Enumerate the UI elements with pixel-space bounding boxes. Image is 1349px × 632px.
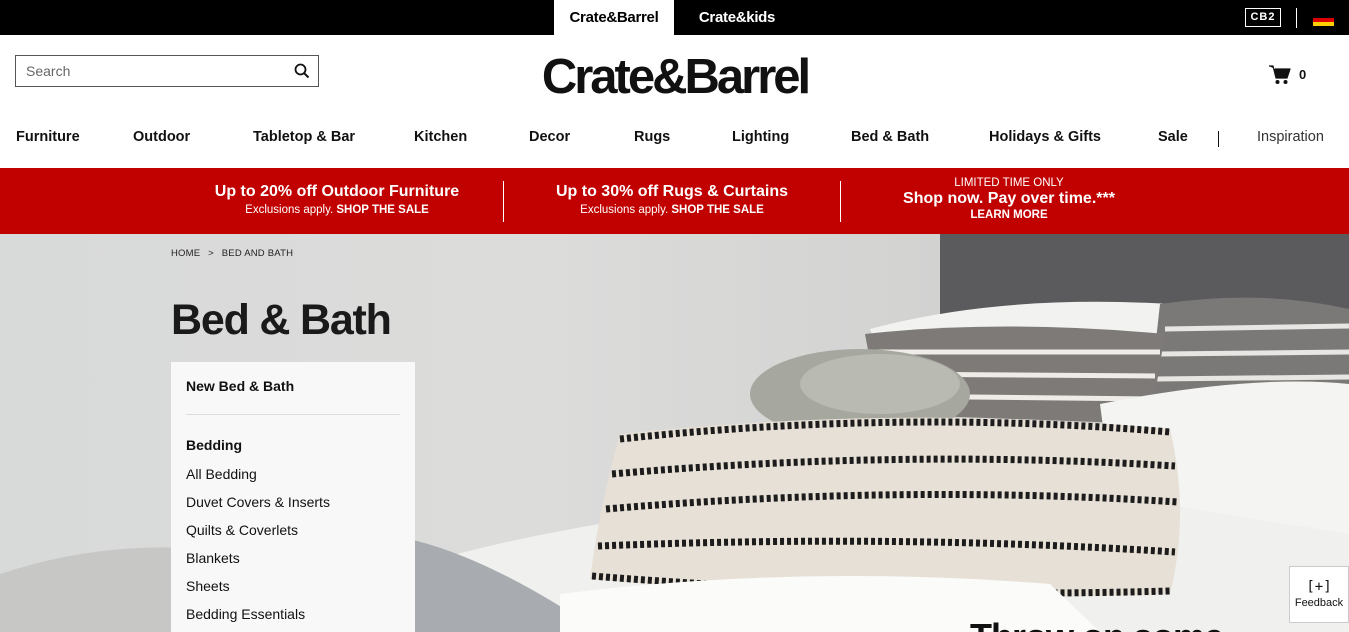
search-icon[interactable] [294,63,310,79]
sidebar-item-quilts[interactable]: Quilts & Coverlets [186,522,298,538]
nav-outdoor[interactable]: Outdoor [133,129,190,145]
site-logo[interactable]: Crate&Barrel [529,50,821,104]
promo-outdoor-cta[interactable]: SHOP THE SALE [336,204,428,216]
nav-holidays-gifts[interactable]: Holidays & Gifts [989,129,1101,145]
promo-financing-title: Shop now. Pay over time.*** [903,190,1115,207]
sidebar-item-bedding-essentials[interactable]: Bedding Essentials [186,606,305,622]
brand-tab-crate-and-kids[interactable]: Crate&kids [678,0,796,35]
search-input[interactable] [16,56,286,86]
main-nav: Furniture Outdoor Tabletop & Bar Kitchen… [0,124,1349,154]
promo-outdoor-exclusions: Exclusions apply. [245,204,334,216]
nav-bed-bath[interactable]: Bed & Bath [851,129,929,145]
search-box [15,55,319,87]
brand-tab-crate-and-barrel[interactable]: Crate&Barrel [554,0,674,35]
promo-financing-kicker: LIMITED TIME ONLY [954,177,1064,189]
promo-outdoor-note: Exclusions apply. SHOP THE SALE [172,204,502,216]
sidebar-item-all-bedding[interactable]: All Bedding [186,466,257,482]
cart-count: 0 [1299,67,1307,82]
cart-button[interactable]: 0 [1269,65,1309,85]
brand-bar: Crate&Barrel Crate&kids CB2 [0,0,1349,35]
breadcrumb-current: BED AND BATH [221,248,294,259]
nav-separator [1218,131,1219,147]
nav-tabletop-bar[interactable]: Tabletop & Bar [253,129,355,145]
nav-kitchen[interactable]: Kitchen [414,129,467,145]
nav-furniture[interactable]: Furniture [16,129,80,145]
sidebar-item-duvet-covers[interactable]: Duvet Covers & Inserts [186,494,330,510]
breadcrumb-home[interactable]: HOME [171,248,200,259]
sidebar-section-bedding[interactable]: Bedding [186,437,242,453]
sidebar-item-sheets[interactable]: Sheets [186,578,230,594]
sidebar-item-blankets[interactable]: Blankets [186,550,240,566]
promo-financing-cta[interactable]: LEARN MORE [842,209,1176,221]
sidebar-item-new[interactable]: New Bed & Bath [186,378,294,394]
promo-banner: Up to 20% off Outdoor Furniture Exclusio… [0,168,1349,234]
feedback-icon: [+] [1306,579,1332,595]
cart-icon [1269,65,1291,84]
brand-cb2-link[interactable]: CB2 [1245,8,1281,27]
feedback-label: Feedback [1294,597,1344,609]
promo-rugs-title: Up to 30% off Rugs & Curtains [555,183,788,200]
nav-sale[interactable]: Sale [1158,129,1188,145]
feedback-button[interactable]: [+] Feedback [1289,566,1349,623]
nav-inspiration[interactable]: Inspiration [1257,129,1324,145]
promo-rugs-exclusions: Exclusions apply. [580,204,669,216]
nav-lighting[interactable]: Lighting [732,129,789,145]
sidebar-divider [186,414,400,415]
nav-decor[interactable]: Decor [529,129,570,145]
hero-section: HOME > BED AND BATH Bed & Bath New Bed &… [0,234,1349,632]
hero-teaser-heading: Throw on some [970,616,1224,632]
promo-outdoor-title: Up to 20% off Outdoor Furniture [214,183,460,200]
breadcrumb: HOME > BED AND BATH [171,248,298,259]
promo-rugs-cta[interactable]: SHOP THE SALE [671,204,763,216]
promo-divider [840,181,841,222]
breadcrumb-separator: > [208,248,214,259]
page-title: Bed & Bath [171,296,392,344]
germany-flag-icon[interactable] [1313,14,1334,26]
promo-divider [503,181,504,222]
topbar-divider [1296,8,1297,28]
promo-rugs-note: Exclusions apply. SHOP THE SALE [505,204,839,216]
nav-rugs[interactable]: Rugs [634,129,670,145]
category-sidebar: New Bed & Bath Bedding All Bedding Duvet… [171,362,415,632]
